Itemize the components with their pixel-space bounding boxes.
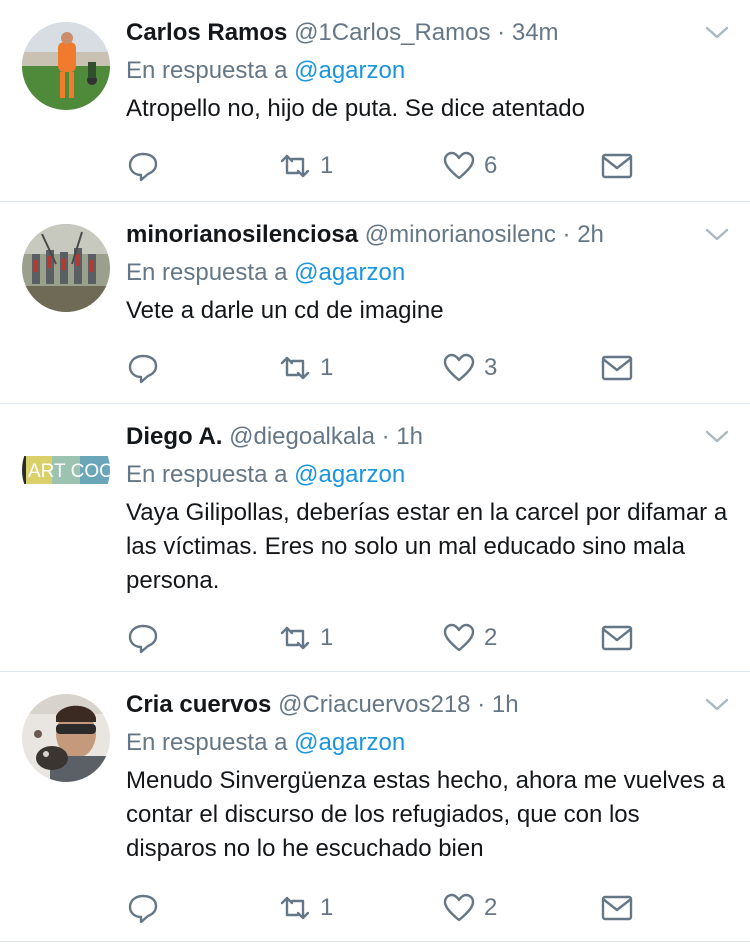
tweet-text: Atropello no, hijo de puta. Se dice aten… [126, 95, 585, 122]
reply-handle-link[interactable]: @agarzon [294, 57, 405, 84]
timestamp[interactable]: 1h [492, 691, 519, 718]
chevron-down-icon[interactable] [704, 428, 730, 446]
avatar-image [22, 224, 110, 312]
retweet-count: 1 [320, 354, 334, 381]
reply-icon [128, 894, 158, 924]
tweet-actions: 1 2 [126, 620, 730, 656]
reply-prefix: En respuesta a [126, 729, 288, 756]
retweet-button[interactable]: 1 [278, 620, 333, 656]
reply-handle-link[interactable]: @agarzon [294, 461, 405, 488]
separator-dot: · [562, 221, 571, 248]
heart-icon [443, 353, 475, 382]
separator-dot: · [477, 691, 486, 718]
avatar-logo-text: ART COO [28, 461, 110, 482]
user-handle[interactable]: @diegoalkala [229, 423, 375, 450]
tweet-minorianosilenciosa[interactable]: minorianosilenciosa @minorianosilenc · 2… [0, 202, 750, 404]
reply-context: En respuesta a @agarzon [126, 54, 730, 88]
tweet-text: Menudo Sinvergüenza estas hecho, ahora m… [126, 767, 726, 862]
like-button[interactable]: 3 [442, 350, 497, 386]
retweet-button[interactable]: 1 [278, 148, 333, 184]
like-count: 6 [484, 152, 498, 179]
retweet-count: 1 [320, 624, 334, 651]
retweet-icon [280, 626, 310, 650]
separator-dot: · [381, 423, 390, 450]
tweet-cria-cuervos[interactable]: Cria cuervos @Criacuervos218 · 1h En res… [0, 672, 750, 942]
avatar-image: ART COO [22, 426, 110, 514]
tweet-actions: 1 2 [126, 890, 730, 926]
heart-icon [443, 151, 475, 180]
avatar[interactable] [22, 224, 110, 312]
timestamp[interactable]: 34m [512, 19, 559, 46]
avatar-image [22, 694, 110, 782]
chevron-down-icon[interactable] [704, 24, 730, 42]
reply-icon [128, 624, 158, 654]
retweet-icon [280, 896, 310, 920]
avatar[interactable] [22, 694, 110, 782]
retweet-icon [280, 356, 310, 380]
separator-dot: · [497, 19, 506, 46]
heart-icon [443, 893, 475, 922]
user-handle[interactable]: @1Carlos_Ramos [294, 19, 490, 46]
reply-button[interactable] [126, 890, 160, 926]
envelope-icon [601, 153, 633, 179]
reply-prefix: En respuesta a [126, 461, 288, 488]
tweet-carlos-ramos[interactable]: Carlos Ramos @1Carlos_Ramos · 34m En res… [0, 0, 750, 202]
tweet-text: Vete a darle un cd de imagine [126, 297, 444, 324]
timestamp[interactable]: 2h [577, 221, 604, 248]
reply-button[interactable] [126, 148, 160, 184]
reply-icon [128, 152, 158, 182]
like-button[interactable]: 2 [442, 890, 497, 926]
display-name[interactable]: Diego A. [126, 423, 222, 450]
display-name[interactable]: Cria cuervos [126, 691, 271, 718]
user-handle[interactable]: @Criacuervos218 [278, 691, 470, 718]
timestamp[interactable]: 1h [396, 423, 423, 450]
direct-message-button[interactable] [600, 148, 634, 184]
envelope-icon [601, 625, 633, 651]
avatar-image [22, 22, 110, 110]
like-count: 3 [484, 354, 498, 381]
reply-context: En respuesta a @agarzon [126, 458, 730, 492]
reply-handle-link[interactable]: @agarzon [294, 729, 405, 756]
direct-message-button[interactable] [600, 350, 634, 386]
reply-icon [128, 354, 158, 384]
reply-handle-link[interactable]: @agarzon [294, 259, 405, 286]
chevron-down-icon[interactable] [704, 226, 730, 244]
heart-icon [443, 623, 475, 652]
envelope-icon [601, 895, 633, 921]
user-handle[interactable]: @minorianosilenc [365, 221, 556, 248]
avatar[interactable]: ART COO [22, 426, 110, 514]
retweet-count: 1 [320, 894, 334, 921]
avatar[interactable] [22, 22, 110, 110]
reply-button[interactable] [126, 350, 160, 386]
retweet-button[interactable]: 1 [278, 350, 333, 386]
tweet-actions: 1 3 [126, 350, 730, 386]
reply-context: En respuesta a @agarzon [126, 726, 730, 760]
reply-prefix: En respuesta a [126, 259, 288, 286]
reply-context: En respuesta a @agarzon [126, 256, 730, 290]
retweet-icon [280, 154, 310, 178]
chevron-down-icon[interactable] [704, 696, 730, 714]
tweet-actions: 1 6 [126, 148, 730, 184]
like-button[interactable]: 6 [442, 148, 497, 184]
display-name[interactable]: Carlos Ramos [126, 19, 287, 46]
like-count: 2 [484, 894, 498, 921]
direct-message-button[interactable] [600, 890, 634, 926]
direct-message-button[interactable] [600, 620, 634, 656]
tweet-diego-a[interactable]: ART COO Diego A. @diegoalkala · 1h En re… [0, 404, 750, 672]
reply-prefix: En respuesta a [126, 57, 288, 84]
like-count: 2 [484, 624, 498, 651]
reply-button[interactable] [126, 620, 160, 656]
retweet-button[interactable]: 1 [278, 890, 333, 926]
tweet-text: Vaya Gilipollas, deberías estar en la ca… [126, 499, 728, 594]
retweet-count: 1 [320, 152, 334, 179]
envelope-icon [601, 355, 633, 381]
like-button[interactable]: 2 [442, 620, 497, 656]
display-name[interactable]: minorianosilenciosa [126, 221, 358, 248]
